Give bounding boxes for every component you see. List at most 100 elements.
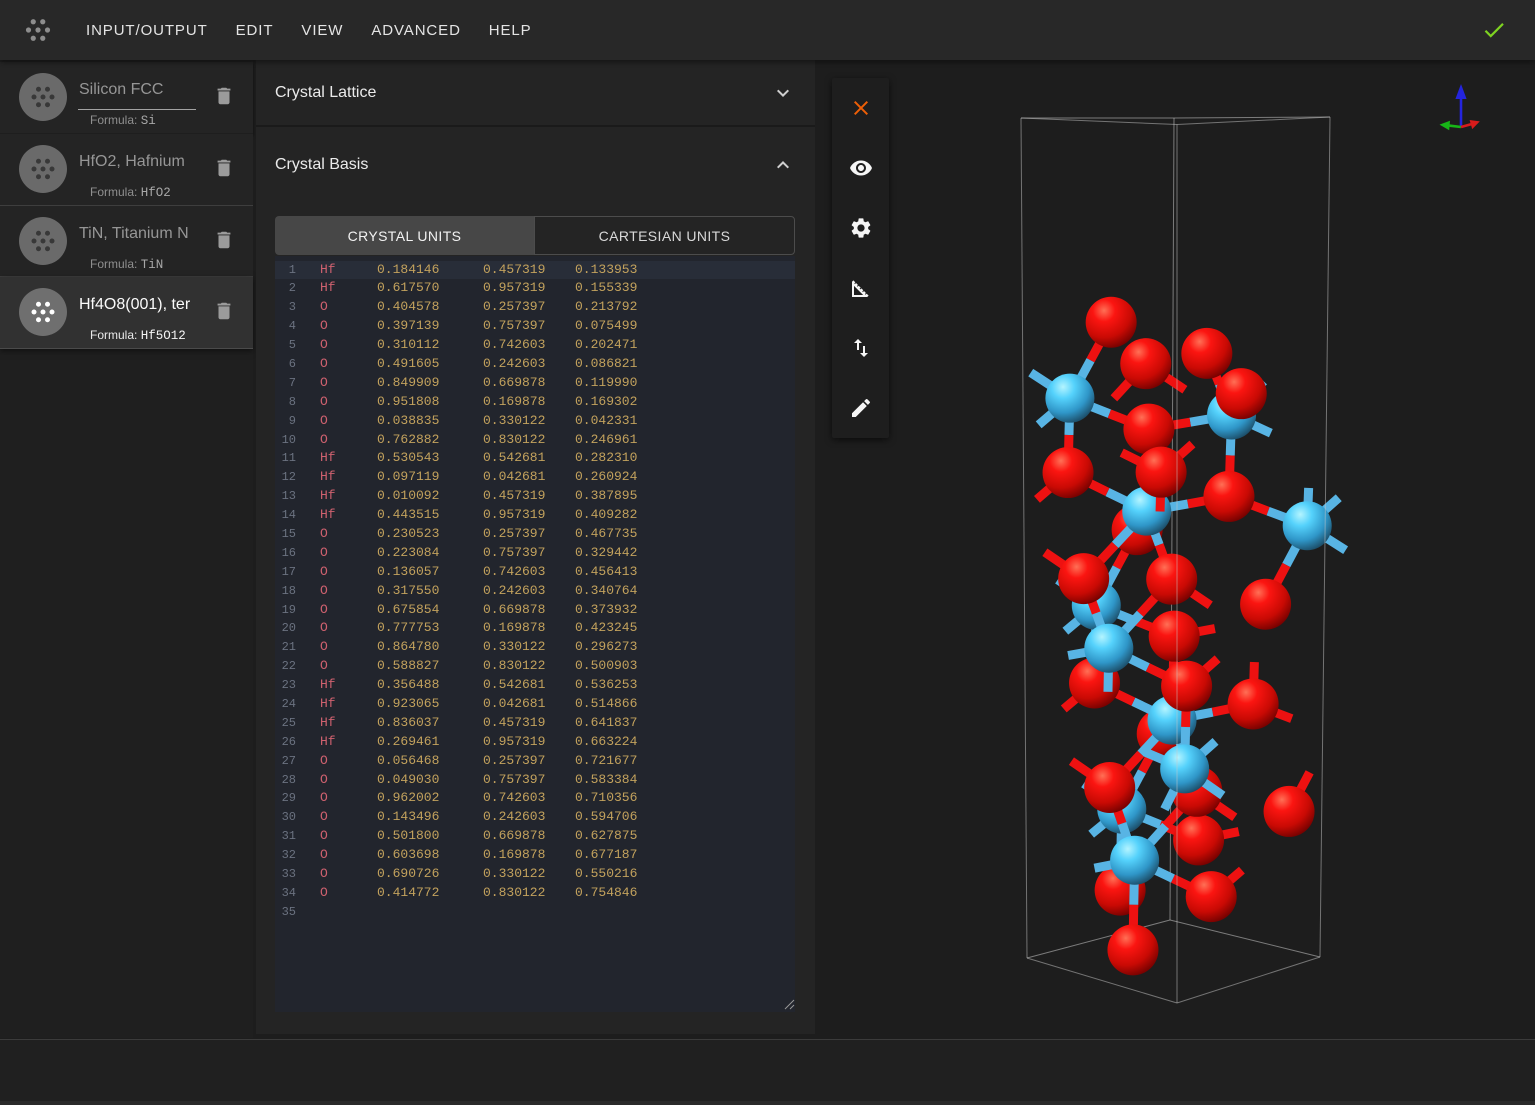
- atom-Hf[interactable]: [1045, 374, 1094, 423]
- atom-Hf[interactable]: [1283, 501, 1332, 550]
- atom-coord: 0.133953: [575, 261, 637, 280]
- atom-O[interactable]: [1058, 553, 1109, 604]
- atom-O[interactable]: [1181, 328, 1232, 379]
- basis-editor[interactable]: 1Hf0.1841460.4573190.1339532Hf0.6175700.…: [275, 256, 795, 1012]
- atom-element: Hf: [320, 676, 336, 695]
- edit-button[interactable]: [832, 378, 889, 438]
- basis-line-27[interactable]: 27O0.0564680.2573970.721677: [275, 752, 795, 771]
- basis-line-8[interactable]: 8O0.9518080.1698780.169302: [275, 393, 795, 412]
- basis-line-15[interactable]: 15O0.2305230.2573970.467735: [275, 525, 795, 544]
- crystal-lattice-header[interactable]: Crystal Lattice: [256, 60, 815, 125]
- atom-coord: 0.443515: [377, 506, 439, 525]
- basis-line-18[interactable]: 18O0.3175500.2426030.340764: [275, 582, 795, 601]
- atom-O[interactable]: [1084, 762, 1135, 813]
- basis-line-28[interactable]: 28O0.0490300.7573970.583384: [275, 771, 795, 790]
- basis-line-1[interactable]: 1Hf0.1841460.4573190.133953: [275, 261, 795, 280]
- viewer-3d[interactable]: [815, 60, 1535, 1038]
- basis-line-16[interactable]: 16O0.2230840.7573970.329442: [275, 544, 795, 563]
- material-item-0[interactable]: Silicon FCCFormula: Si: [0, 62, 253, 134]
- basis-line-7[interactable]: 7O0.8499090.6698780.119990: [275, 374, 795, 393]
- atom-Hf[interactable]: [1160, 744, 1209, 793]
- atom-O[interactable]: [1149, 611, 1200, 662]
- material-name[interactable]: Silicon FCC: [79, 81, 163, 99]
- material-name[interactable]: HfO2, Hafnium: [79, 153, 185, 171]
- menu-input-output[interactable]: INPUT/OUTPUT: [86, 22, 208, 39]
- basis-line-23[interactable]: 23Hf0.3564880.5426810.536253: [275, 676, 795, 695]
- atom-O[interactable]: [1123, 404, 1174, 455]
- material-name[interactable]: TiN, Titanium N: [79, 225, 189, 243]
- square-foot-button[interactable]: [832, 258, 889, 318]
- tab-crystal-units[interactable]: CRYSTAL UNITS: [275, 216, 534, 255]
- atom-O[interactable]: [1203, 471, 1254, 522]
- basis-line-34[interactable]: 34O0.4147720.8301220.754846: [275, 884, 795, 903]
- material-name[interactable]: Hf4O8(001), ter: [79, 296, 190, 314]
- line-number: 5: [275, 336, 296, 355]
- atom-O[interactable]: [1107, 924, 1158, 975]
- basis-line-10[interactable]: 10O0.7628820.8301220.246961: [275, 431, 795, 450]
- basis-line-13[interactable]: 13Hf0.0100920.4573190.387895: [275, 487, 795, 506]
- basis-line-9[interactable]: 9O0.0388350.3301220.042331: [275, 412, 795, 431]
- atom-O[interactable]: [1136, 447, 1187, 498]
- atom-O[interactable]: [1043, 447, 1094, 498]
- atom-Hf[interactable]: [1084, 624, 1133, 673]
- atom-coord: 0.143496: [377, 808, 439, 827]
- basis-line-30[interactable]: 30O0.1434960.2426030.594706: [275, 808, 795, 827]
- menu-advanced[interactable]: ADVANCED: [371, 22, 460, 39]
- material-item-1[interactable]: HfO2, HafniumFormula: HfO2: [0, 134, 253, 206]
- atom-O[interactable]: [1216, 368, 1267, 419]
- crystal-basis-header[interactable]: Crystal Basis: [256, 127, 815, 205]
- delete-material-icon[interactable]: [213, 157, 235, 179]
- check-icon[interactable]: [1481, 17, 1507, 43]
- delete-material-icon[interactable]: [213, 229, 235, 251]
- visibility-button[interactable]: [832, 138, 889, 198]
- basis-line-11[interactable]: 11Hf0.5305430.5426810.282310: [275, 449, 795, 468]
- atom-O[interactable]: [1161, 661, 1212, 712]
- swap-vert-button[interactable]: [832, 318, 889, 378]
- atom-O[interactable]: [1146, 554, 1197, 605]
- atom-O[interactable]: [1264, 786, 1315, 837]
- atom-O[interactable]: [1228, 678, 1279, 729]
- atom-O[interactable]: [1086, 297, 1137, 348]
- atom-O[interactable]: [1186, 871, 1237, 922]
- chevron-up-icon[interactable]: [771, 153, 795, 177]
- basis-line-5[interactable]: 5O0.3101120.7426030.202471: [275, 336, 795, 355]
- basis-line-31[interactable]: 31O0.5018000.6698780.627875: [275, 827, 795, 846]
- basis-line-19[interactable]: 19O0.6758540.6698780.373932: [275, 601, 795, 620]
- basis-line-3[interactable]: 3O0.4045780.2573970.213792: [275, 298, 795, 317]
- editor-resize-handle[interactable]: [783, 998, 795, 1010]
- atom-Hf[interactable]: [1110, 836, 1159, 885]
- basis-line-6[interactable]: 6O0.4916050.2426030.086821: [275, 355, 795, 374]
- atom-coord: 0.669878: [483, 827, 545, 846]
- atom-coord: 0.330122: [483, 412, 545, 431]
- material-item-2[interactable]: TiN, Titanium NFormula: TiN: [0, 206, 253, 278]
- basis-line-24[interactable]: 24Hf0.9230650.0426810.514866: [275, 695, 795, 714]
- basis-line-2[interactable]: 2Hf0.6175700.9573190.155339: [275, 279, 795, 298]
- basis-line-26[interactable]: 26Hf0.2694610.9573190.663224: [275, 733, 795, 752]
- basis-line-21[interactable]: 21O0.8647800.3301220.296273: [275, 638, 795, 657]
- chevron-down-icon[interactable]: [771, 81, 795, 105]
- atom-O[interactable]: [1120, 338, 1171, 389]
- material-item-3[interactable]: Hf4O8(001), terFormula: Hf5O12: [0, 277, 253, 349]
- basis-line-29[interactable]: 29O0.9620020.7426030.710356: [275, 789, 795, 808]
- settings-button[interactable]: [832, 198, 889, 258]
- atom-element: Hf: [320, 449, 336, 468]
- menu-view[interactable]: VIEW: [301, 22, 343, 39]
- menu-edit[interactable]: EDIT: [236, 22, 274, 39]
- atom-O[interactable]: [1173, 814, 1224, 865]
- basis-line-25[interactable]: 25Hf0.8360370.4573190.641837: [275, 714, 795, 733]
- close-button[interactable]: [832, 78, 889, 138]
- basis-line-22[interactable]: 22O0.5888270.8301220.500903: [275, 657, 795, 676]
- basis-line-4[interactable]: 4O0.3971390.7573970.075499: [275, 317, 795, 336]
- basis-line-17[interactable]: 17O0.1360570.7426030.456413: [275, 563, 795, 582]
- basis-line-35[interactable]: 35: [275, 903, 795, 922]
- basis-line-14[interactable]: 14Hf0.4435150.9573190.409282: [275, 506, 795, 525]
- basis-line-12[interactable]: 12Hf0.0971190.0426810.260924: [275, 468, 795, 487]
- basis-line-20[interactable]: 20O0.7777530.1698780.423245: [275, 619, 795, 638]
- basis-line-32[interactable]: 32O0.6036980.1698780.677187: [275, 846, 795, 865]
- atom-O[interactable]: [1240, 579, 1291, 630]
- delete-material-icon[interactable]: [213, 85, 235, 107]
- basis-line-33[interactable]: 33O0.6907260.3301220.550216: [275, 865, 795, 884]
- delete-material-icon[interactable]: [213, 300, 235, 322]
- tab-cartesian-units[interactable]: CARTESIAN UNITS: [534, 216, 795, 255]
- menu-help[interactable]: HELP: [489, 22, 532, 39]
